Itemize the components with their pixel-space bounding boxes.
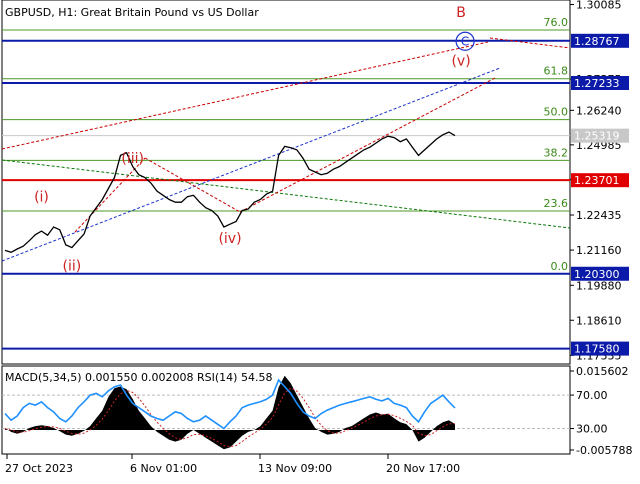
wave-label-0: (i) — [34, 190, 49, 206]
y-tick-label-8: 1.18610 — [576, 314, 622, 327]
price-box-label-2: 1.25319 — [574, 130, 620, 143]
chart: 76.0 61.8 50.0 38.2 23.6 0.0 (i) (ii) (iii) (iv)… — [0, 0, 640, 480]
y-tick-label-7: 1.19880 — [576, 279, 622, 292]
y-tick-label-6: 1.21160 — [576, 244, 622, 257]
wave-label-3: (iv) — [218, 231, 241, 247]
ind-y-tick-label-0: 0.015602 — [576, 365, 629, 378]
ind-y-tick-label-3: -0.005788 — [576, 444, 632, 457]
wave-label-6: C — [461, 34, 469, 48]
fib-level-label-4: 23.6 — [544, 197, 569, 210]
x-tick-label-0: 27 Oct 2023 — [5, 462, 73, 475]
chart-title: GBPUSD, H1: Great Britain Pound vs US Do… — [5, 6, 259, 19]
wave-label-2: (iii) — [121, 151, 144, 167]
x-tick-label-2: 13 Nov 09:00 — [258, 462, 332, 475]
price-box-label-0: 1.28767 — [574, 35, 620, 48]
price-box-label-4: 1.20300 — [574, 268, 620, 281]
fib-level-label-2: 50.0 — [544, 106, 569, 119]
x-tick-label-1: 6 Nov 01:00 — [130, 462, 197, 475]
wave-label-1: (ii) — [63, 258, 82, 274]
wave-label-4: (v) — [451, 53, 470, 69]
fib-level-label-3: 38.2 — [544, 146, 569, 159]
y-tick-label-0: 1.30085 — [576, 0, 622, 12]
ind-y-tick-label-1: 70.00 — [576, 389, 608, 402]
indicator-label: MACD(5,34,5) 0.001550 0.002008 RSI(14) 5… — [5, 371, 272, 384]
price-box-label-1: 1.27233 — [574, 77, 620, 90]
fib-level-label-0: 76.0 — [544, 16, 569, 29]
fib-level-label-5: 0.0 — [551, 260, 569, 273]
y-tick-label-5: 1.22435 — [576, 209, 622, 222]
chart-svg: 76.0 61.8 50.0 38.2 23.6 0.0 (i) (ii) (iii) (iv)… — [0, 0, 640, 480]
x-tick-label-3: 20 Nov 17:00 — [386, 462, 460, 475]
fib-level-label-1: 61.8 — [544, 65, 569, 78]
y-tick-label-2: 1.26240 — [576, 104, 622, 117]
price-box-label-5: 1.17580 — [574, 343, 620, 356]
wave-label-5: B — [456, 5, 466, 21]
price-box-label-3: 1.23701 — [574, 174, 620, 187]
ind-y-tick-label-2: 30.00 — [576, 423, 608, 436]
